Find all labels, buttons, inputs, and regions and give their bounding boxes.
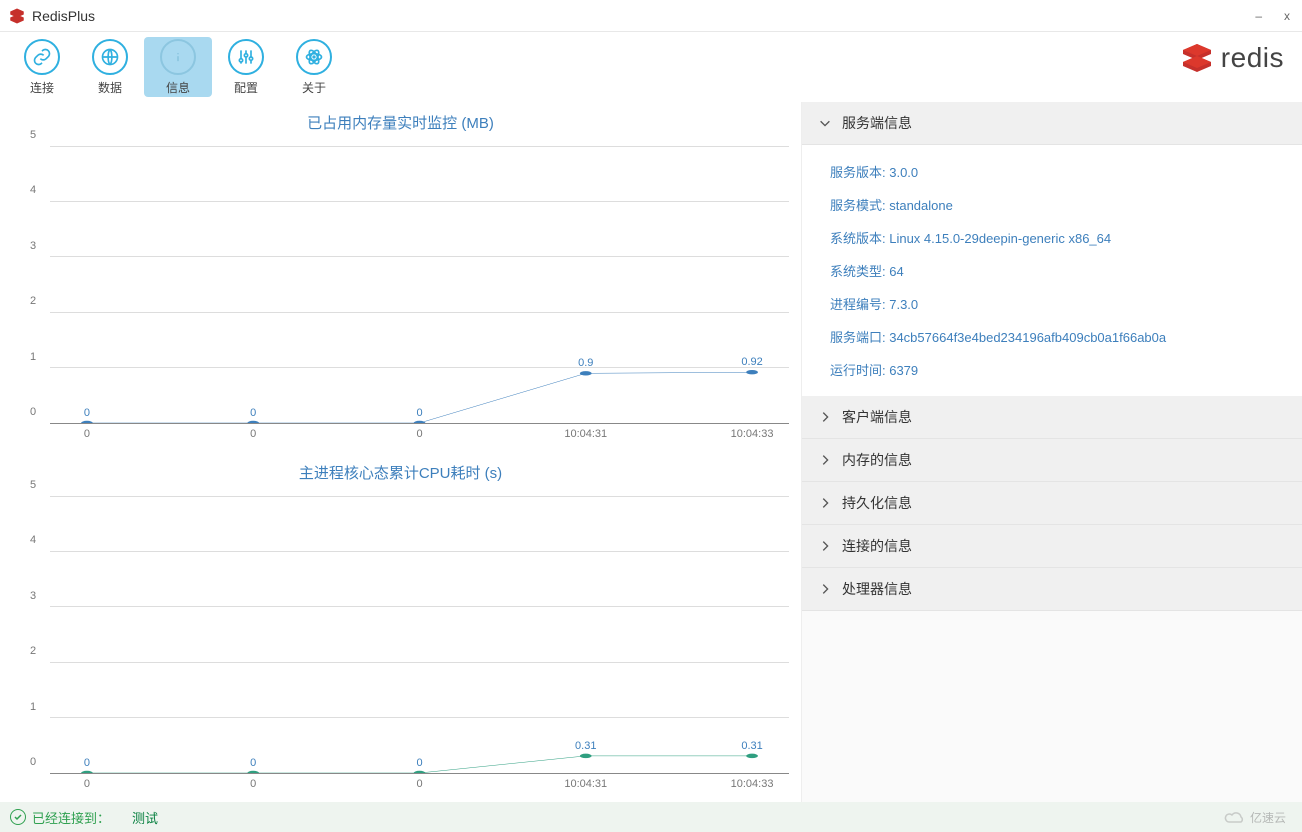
accordion-header[interactable]: 处理器信息 bbox=[802, 568, 1302, 611]
data-label: 0 bbox=[250, 407, 256, 419]
chevron-down-icon bbox=[818, 116, 832, 130]
watermark-text: 亿速云 bbox=[1250, 809, 1286, 826]
data-label: 0.31 bbox=[575, 740, 596, 752]
info-row: 进程编号: 7.3.0 bbox=[802, 287, 1302, 320]
redis-logo: redis bbox=[1179, 40, 1284, 76]
accordion-header[interactable]: 连接的信息 bbox=[802, 525, 1302, 568]
redis-word: redis bbox=[1221, 42, 1284, 74]
data-label: 0 bbox=[250, 757, 256, 769]
grid-area: 0 0 0 0.31 0.31 bbox=[50, 497, 789, 774]
line-svg bbox=[50, 497, 789, 773]
accordion-header[interactable]: 服务端信息 bbox=[802, 102, 1302, 145]
chevron-right-icon bbox=[818, 582, 832, 596]
x-tick: 0 bbox=[250, 778, 256, 790]
grid-area: 0 0 0 0.9 0.92 bbox=[50, 147, 789, 424]
status-ok-icon bbox=[10, 809, 26, 825]
chart-memory: 已占用内存量实时监控 (MB) 0123450000.90.9200010:04… bbox=[0, 102, 802, 452]
y-tick: 5 bbox=[30, 129, 789, 141]
accordion-header[interactable]: 内存的信息 bbox=[802, 439, 1302, 482]
x-tick: 0 bbox=[84, 778, 90, 790]
minimize-button[interactable]: – bbox=[1251, 7, 1266, 25]
close-button[interactable]: x bbox=[1280, 7, 1294, 25]
toolbar-about-label: 关于 bbox=[302, 79, 326, 96]
x-tick: 0 bbox=[84, 428, 90, 440]
chevron-right-icon bbox=[818, 496, 832, 510]
chevron-right-icon bbox=[818, 539, 832, 553]
toolbar-info[interactable]: 信息 bbox=[144, 37, 212, 97]
info-row: 服务版本: 3.0.0 bbox=[802, 155, 1302, 188]
toolbar-connect-label: 连接 bbox=[30, 79, 54, 96]
redis-cube-icon bbox=[1179, 40, 1215, 76]
window-controls: – x bbox=[1251, 7, 1294, 25]
toolbar-about[interactable]: 关于 bbox=[280, 37, 348, 97]
info-row: 运行时间: 6379 bbox=[802, 353, 1302, 386]
data-label: 0 bbox=[84, 757, 90, 769]
data-label: 0.31 bbox=[741, 740, 762, 752]
data-label: 0 bbox=[84, 407, 90, 419]
x-tick: 0 bbox=[416, 778, 422, 790]
watermark: 亿速云 bbox=[1224, 809, 1286, 826]
sliders-icon bbox=[236, 47, 256, 67]
x-tick: 10:04:31 bbox=[564, 778, 607, 790]
data-label: 0 bbox=[416, 757, 422, 769]
toolbar: 连接 数据 信息 配置 关于 redis bbox=[0, 32, 1302, 102]
x-tick: 0 bbox=[416, 428, 422, 440]
info-row: 系统版本: Linux 4.15.0-29deepin-generic x86_… bbox=[802, 221, 1302, 254]
x-ticks: 0 0 0 10:04:31 10:04:33 bbox=[50, 426, 789, 446]
toolbar-config-label: 配置 bbox=[234, 79, 258, 96]
line-svg bbox=[50, 147, 789, 423]
accordion-title: 连接的信息 bbox=[842, 536, 912, 556]
chevron-right-icon bbox=[818, 410, 832, 424]
y-tick: 5 bbox=[30, 479, 789, 491]
toolbar-config[interactable]: 配置 bbox=[212, 37, 280, 97]
main: 已占用内存量实时监控 (MB) 0123450000.90.9200010:04… bbox=[0, 102, 1302, 802]
data-label: 0 bbox=[416, 407, 422, 419]
statusbar: 已经连接到： 测试 亿速云 bbox=[0, 802, 1302, 832]
accordion-title: 持久化信息 bbox=[842, 493, 912, 513]
status-label: 已经连接到： bbox=[32, 808, 110, 827]
link-icon bbox=[32, 47, 52, 67]
titlebar: RedisPlus – x bbox=[0, 0, 1302, 32]
accordion-header[interactable]: 客户端信息 bbox=[802, 396, 1302, 439]
data-label: 0.9 bbox=[578, 357, 593, 369]
side-panel: 服务端信息服务版本: 3.0.0服务模式: standalone系统版本: Li… bbox=[802, 102, 1302, 802]
x-ticks: 0 0 0 10:04:31 10:04:33 bbox=[50, 776, 789, 796]
status-value: 测试 bbox=[132, 808, 158, 827]
info-row: 服务端口: 34cb57664f3e4bed234196afb409cb0a1f… bbox=[802, 320, 1302, 353]
chart-memory-plot: 0123450000.90.9200010:04:3110:04:33 bbox=[8, 137, 789, 446]
accordion-header[interactable]: 持久化信息 bbox=[802, 482, 1302, 525]
chart-cpu-plot: 0123450000.310.3100010:04:3110:04:33 bbox=[8, 487, 789, 796]
charts-column: 已占用内存量实时监控 (MB) 0123450000.90.9200010:04… bbox=[0, 102, 802, 802]
x-tick: 0 bbox=[250, 428, 256, 440]
accordion-title: 服务端信息 bbox=[842, 113, 912, 133]
toolbar-data[interactable]: 数据 bbox=[76, 37, 144, 97]
app-title-suffix: Plus bbox=[68, 8, 95, 24]
toolbar-info-label: 信息 bbox=[166, 79, 190, 96]
atom-icon bbox=[304, 47, 324, 67]
app-title: RedisPlus bbox=[32, 8, 95, 24]
chart-cpu: 主进程核心态累计CPU耗时 (s) 0123450000.310.3100010… bbox=[0, 452, 802, 802]
accordion-title: 客户端信息 bbox=[842, 407, 912, 427]
toolbar-data-label: 数据 bbox=[98, 79, 122, 96]
info-icon bbox=[168, 47, 188, 67]
app-logo-icon bbox=[8, 7, 26, 25]
x-tick: 10:04:31 bbox=[564, 428, 607, 440]
x-tick: 10:04:33 bbox=[731, 428, 774, 440]
accordion-body: 服务版本: 3.0.0服务模式: standalone系统版本: Linux 4… bbox=[802, 145, 1302, 396]
data-label: 0.92 bbox=[741, 356, 762, 368]
info-row: 服务模式: standalone bbox=[802, 188, 1302, 221]
app-title-prefix: Redis bbox=[32, 8, 68, 24]
info-row: 系统类型: 64 bbox=[802, 254, 1302, 287]
globe-icon bbox=[100, 47, 120, 67]
accordion-title: 内存的信息 bbox=[842, 450, 912, 470]
toolbar-connect[interactable]: 连接 bbox=[8, 37, 76, 97]
x-tick: 10:04:33 bbox=[731, 778, 774, 790]
chevron-right-icon bbox=[818, 453, 832, 467]
accordion-title: 处理器信息 bbox=[842, 579, 912, 599]
